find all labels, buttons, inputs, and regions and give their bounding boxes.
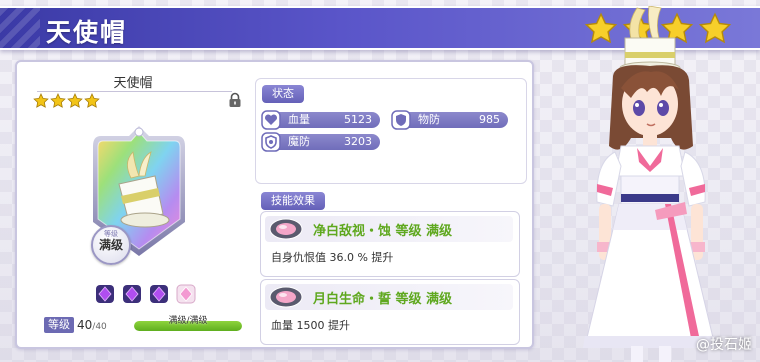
stat-name: 魔防	[288, 135, 310, 148]
level-bar-text: 满级/满级	[168, 316, 208, 326]
banner-decoration	[0, 8, 40, 48]
skill-gem-icon	[269, 286, 303, 308]
status-label: 状态	[262, 85, 304, 103]
stat-name: 物防	[418, 113, 440, 126]
rank-badge-label: 等级	[104, 230, 118, 238]
skill-gem-icon	[269, 218, 303, 240]
page-title: 天使帽	[46, 18, 128, 47]
skill-title: 月白生命・誓 等级 满级	[313, 292, 453, 307]
level-max: /40	[92, 322, 107, 332]
rank-badge: 等级 满级	[91, 225, 131, 265]
skill-description: 自身仇恨值 36.0 % 提升	[271, 251, 394, 264]
purple-gem-icon	[123, 285, 141, 303]
level-row: 等级 40/40 满级/满级	[44, 316, 244, 335]
star-icon	[67, 93, 83, 108]
heart-icon	[261, 110, 281, 130]
watermark: @投石姬	[696, 337, 752, 353]
skill-card-1[interactable]: 净白敌视・蚀 等级 满级 自身仇恨值 36.0 % 提升	[260, 211, 520, 277]
stat-value: 985	[479, 113, 500, 126]
skill-header: 月白生命・誓 等级 满级	[265, 284, 513, 310]
skill-title: 净白敌视・蚀 等级 满级	[313, 224, 453, 239]
equipment-stars	[33, 93, 100, 109]
level-current: 40	[77, 318, 93, 332]
star-icon	[84, 93, 100, 108]
purple-gem-icon	[96, 285, 114, 303]
stat-value: 3203	[344, 135, 372, 148]
stat-name: 血量	[288, 113, 310, 126]
skill-description: 血量 1500 提升	[271, 319, 350, 332]
character-model	[583, 6, 717, 362]
rank-badge-value: 满级	[98, 238, 123, 252]
shield-icon	[391, 110, 411, 130]
purple-gem-icon	[150, 285, 168, 303]
magic-shield-icon	[261, 132, 281, 152]
skill-card-2[interactable]: 月白生命・誓 等级 满级 血量 1500 提升	[260, 279, 520, 345]
equipment-panel: 天使帽 等级 满级 等级 40/40 满级/满级 状态 血量 5123 物防 9…	[15, 60, 534, 349]
stat-hp: 血量 5123	[261, 110, 380, 130]
star-icon	[50, 93, 66, 108]
level-value: 40/40	[77, 317, 107, 335]
divider	[37, 91, 232, 92]
skills-label: 技能效果	[261, 192, 325, 210]
status-box: 状态 血量 5123 物防 985 魔防 3203	[255, 78, 527, 184]
level-label: 等级	[44, 317, 74, 333]
enhancement-gems	[95, 284, 196, 304]
skill-header: 净白敌视・蚀 等级 满级	[265, 216, 513, 242]
stat-pdef: 物防 985	[391, 110, 508, 130]
lock-icon[interactable]	[228, 92, 242, 108]
pink-gem-icon	[176, 284, 196, 304]
equipment-name: 天使帽	[113, 76, 153, 91]
equipment-info: 天使帽 等级 满级 等级 40/40 满级/满级	[17, 62, 249, 347]
star-icon	[33, 93, 49, 108]
stat-value: 5123	[344, 113, 372, 126]
stat-mdef: 魔防 3203	[261, 132, 380, 152]
